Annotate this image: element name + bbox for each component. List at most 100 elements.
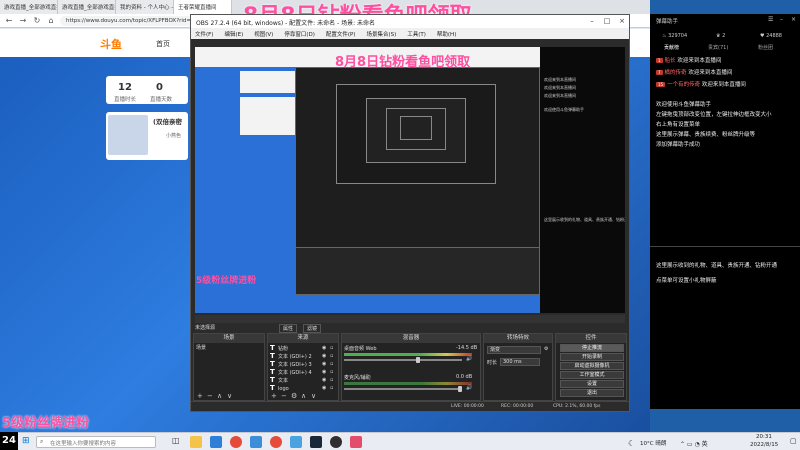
windows-start-icon[interactable]: ⊞: [22, 436, 30, 446]
browser-tab[interactable]: 我的资料 - 个人中心 - 斗鱼: [116, 0, 174, 14]
move-down-icon[interactable]: ∨: [311, 392, 316, 400]
edge-icon[interactable]: [210, 436, 222, 448]
menu-icon[interactable]: ☰: [768, 16, 773, 23]
start-recording-button[interactable]: 开始录制: [560, 353, 624, 361]
chat-overlay[interactable]: 弹幕助手 ☰ – × ♨ 329704 ♛ 2 ♥ 24888 贡献榜 贵宾(7…: [650, 14, 800, 409]
obs-statusbar: LIVE: 00:00:00 REC: 00:00:00 CPU: 2.1%, …: [191, 401, 629, 411]
eye-icon[interactable]: ◉: [322, 360, 326, 368]
url-input[interactable]: https://www.douyu.com/topic/XFLPFBOX?rid…: [60, 16, 195, 26]
app-icon[interactable]: [350, 436, 362, 448]
steam-icon[interactable]: [310, 436, 322, 448]
eye-icon[interactable]: ◉: [322, 352, 326, 360]
menu-tools[interactable]: 工具(T): [407, 30, 426, 38]
file-explorer-icon[interactable]: [190, 436, 202, 448]
properties-button[interactable]: 属性: [279, 324, 298, 333]
lock-icon[interactable]: ▫: [330, 344, 333, 352]
menu-view[interactable]: 视图(V): [254, 30, 273, 38]
settings-button[interactable]: 设置: [560, 380, 624, 388]
tab-fan-club[interactable]: 粉丝团: [758, 44, 773, 51]
chat-user[interactable]: 橘的传奇: [665, 70, 687, 76]
eye-icon[interactable]: ◉: [322, 384, 326, 392]
home-icon[interactable]: ⌂: [46, 16, 56, 26]
filters-button[interactable]: 滤镜: [303, 324, 322, 333]
close-icon[interactable]: ×: [791, 16, 796, 23]
tab-vip[interactable]: 贵宾(71): [708, 44, 728, 51]
taskbar-search[interactable]: ⌕ 在这里输入你要搜索的内容: [36, 436, 156, 448]
chat-user[interactable]: 一个有的传奇: [667, 82, 700, 88]
gear-icon[interactable]: ⚙: [291, 392, 297, 400]
clock-time[interactable]: 20:31: [756, 434, 772, 440]
lock-icon[interactable]: ▫: [330, 352, 333, 360]
task-view-icon[interactable]: ◫: [172, 436, 180, 445]
add-source-icon[interactable]: +: [271, 392, 277, 400]
notification-icon[interactable]: ▢: [790, 437, 797, 445]
volume-slider[interactable]: [344, 388, 462, 390]
virtual-camera-button[interactable]: 启动虚拟摄像机: [560, 362, 624, 370]
source-row[interactable]: T 文本 ◉ ▫: [270, 376, 338, 384]
channel-db: 0.0 dB: [456, 374, 473, 380]
move-down-icon[interactable]: ∨: [227, 392, 232, 400]
stop-streaming-button[interactable]: 停止推流: [560, 344, 624, 352]
back-icon[interactable]: ←: [4, 16, 14, 26]
menu-file[interactable]: 文件(F): [195, 30, 213, 38]
eye-icon[interactable]: ◉: [322, 376, 326, 384]
eye-icon[interactable]: ◉: [322, 344, 326, 352]
forward-icon[interactable]: →: [18, 16, 28, 26]
menu-scene-collection[interactable]: 场景集合(S): [366, 30, 396, 38]
source-row[interactable]: Tlogo ◉ ▫: [270, 384, 338, 392]
menu-profile[interactable]: 配置文件(P): [326, 30, 356, 38]
gear-icon[interactable]: ⚙: [544, 346, 548, 352]
speaker-icon[interactable]: 🔊: [466, 356, 472, 362]
source-row[interactable]: T 钻粉 ◉ ▫: [270, 344, 338, 352]
minimize-icon[interactable]: –: [780, 16, 783, 23]
move-up-icon[interactable]: ∧: [301, 392, 306, 400]
browser-tab[interactable]: 游戏直播_全部游戏直播_斗鱼直播: [58, 0, 116, 14]
obs-preview[interactable]: 欢迎来到本直播间 欢迎来到本直播间 欢迎来到本直播间 欢迎使用斗鱼弹幕助手 这里…: [195, 47, 625, 313]
source-row[interactable]: T 文本 (GDI+) 4 ◉ ▫: [270, 368, 338, 376]
volume-knob[interactable]: [458, 386, 462, 392]
add-scene-icon[interactable]: +: [197, 392, 203, 400]
studio-mode-button[interactable]: 工作室模式: [560, 371, 624, 379]
app-icon[interactable]: [290, 436, 302, 448]
clock-date[interactable]: 2022/8/15: [750, 442, 778, 448]
lock-icon[interactable]: ▫: [330, 360, 333, 368]
store-icon[interactable]: [250, 436, 262, 448]
eye-icon[interactable]: ◉: [322, 368, 326, 376]
speaker-icon[interactable]: 🔊: [466, 385, 472, 391]
close-icon[interactable]: ×: [615, 15, 629, 28]
tray-icons[interactable]: ⌃ ▭ ◔ 英: [680, 439, 708, 448]
lock-icon[interactable]: ▫: [330, 376, 333, 384]
minimize-icon[interactable]: –: [585, 15, 599, 28]
duration-input[interactable]: 300 ms: [500, 358, 540, 366]
exit-button[interactable]: 退出: [560, 389, 624, 397]
remove-source-icon[interactable]: −: [281, 392, 287, 400]
reload-icon[interactable]: ↻: [32, 16, 42, 26]
volume-slider[interactable]: [344, 359, 462, 361]
chat-user[interactable]: 船长: [665, 58, 676, 64]
menu-docks[interactable]: 停靠窗口(D): [284, 30, 315, 38]
source-row[interactable]: T 文本 (GDI+) 3 ◉ ▫: [270, 360, 338, 368]
chrome-icon[interactable]: [270, 436, 282, 448]
site-logo[interactable]: 斗鱼: [100, 36, 122, 52]
chrome-icon[interactable]: [230, 436, 242, 448]
remove-scene-icon[interactable]: −: [207, 392, 213, 400]
weather-text[interactable]: 10°C 晴朗: [640, 439, 666, 447]
browser-tab[interactable]: 游戏直播_全部游戏直播_斗鱼直播: [0, 0, 58, 14]
maximize-icon[interactable]: □: [600, 15, 614, 28]
lock-icon[interactable]: ▫: [330, 368, 333, 376]
move-up-icon[interactable]: ∧: [217, 392, 222, 400]
menu-help[interactable]: 帮助(H): [437, 30, 456, 38]
lock-icon[interactable]: ▫: [330, 384, 333, 392]
volume-knob[interactable]: [416, 357, 420, 363]
browser-tab-active[interactable]: 王者荣耀直播间: [174, 0, 232, 14]
obs-icon[interactable]: [330, 436, 342, 448]
tab-contribution[interactable]: 贡献榜: [664, 44, 679, 51]
hot-value: 329704: [668, 33, 688, 39]
source-row[interactable]: T 文本 (GDI+) 2 ◉ ▫: [270, 352, 338, 360]
text-source-icon: T: [270, 360, 275, 368]
menu-edit[interactable]: 编辑(E): [224, 30, 243, 38]
fan-banner: 5级粉丝牌进粉: [2, 416, 90, 431]
scene-item[interactable]: 场景: [196, 344, 206, 351]
transition-select[interactable]: 渐变: [487, 346, 541, 354]
nav-home-link[interactable]: 首页: [156, 39, 170, 49]
